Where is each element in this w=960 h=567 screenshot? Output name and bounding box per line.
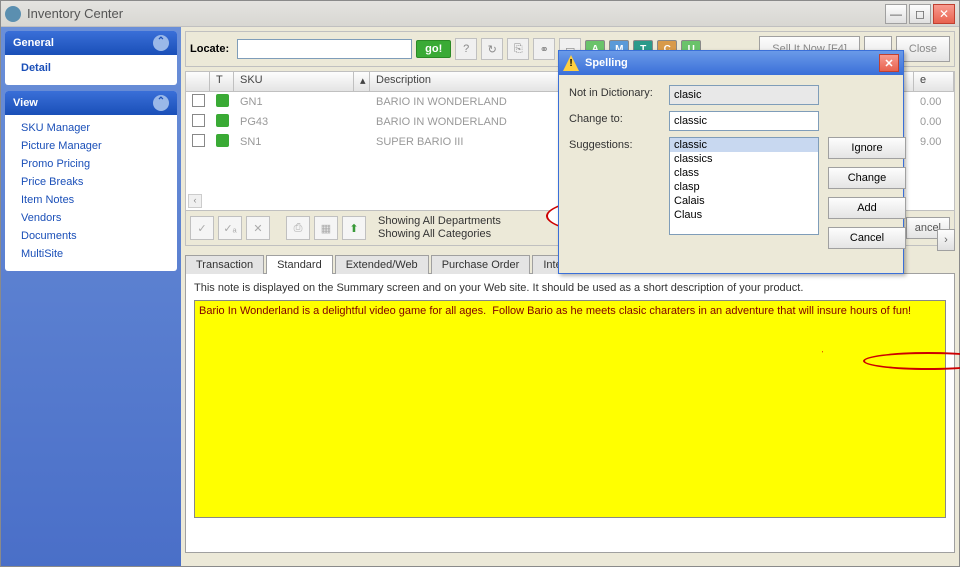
- dialog-close-button[interactable]: ✕: [879, 54, 899, 72]
- panel-header-general[interactable]: General ⌃: [5, 31, 177, 55]
- col-sort-icon[interactable]: ▴: [354, 72, 370, 91]
- sidebar-item-price-breaks[interactable]: Price Breaks: [5, 173, 177, 191]
- window-controls: — ◻ ✕: [885, 4, 955, 24]
- film-icon[interactable]: ▦: [314, 216, 338, 240]
- suggestions-list[interactable]: classic classics class clasp Calais Clau…: [669, 137, 819, 235]
- status-icon: [216, 114, 229, 127]
- people-icon[interactable]: ⚭: [533, 38, 555, 60]
- up-arrow-icon[interactable]: ⬆: [342, 216, 366, 240]
- add-button[interactable]: Add: [828, 197, 906, 219]
- scroll-left-icon[interactable]: ‹: [188, 194, 202, 208]
- shuffle-icon[interactable]: ✕: [246, 216, 270, 240]
- refresh-icon[interactable]: ↻: [481, 38, 503, 60]
- tab-transaction[interactable]: Transaction: [185, 255, 264, 274]
- checkbox[interactable]: [192, 94, 205, 107]
- checkbox[interactable]: [192, 114, 205, 127]
- sidebar-item-documents[interactable]: Documents: [5, 227, 177, 245]
- panel-view: View ⌃ SKU Manager Picture Manager Promo…: [5, 91, 177, 271]
- panel-title: General: [13, 37, 54, 49]
- list-item[interactable]: Claus: [670, 208, 818, 222]
- not-in-dict-label: Not in Dictionary:: [569, 85, 661, 99]
- list-item[interactable]: clasp: [670, 180, 818, 194]
- sidebar: General ⌃ Detail View ⌃ SKU Manager Pict…: [1, 27, 181, 566]
- locate-label: Locate:: [190, 43, 229, 55]
- list-item[interactable]: Calais: [670, 194, 818, 208]
- chevron-up-icon: ⌃: [153, 95, 169, 111]
- warning-icon: !: [563, 55, 579, 71]
- suggestions-label: Suggestions:: [569, 137, 661, 151]
- showing-text: Showing All Departments Showing All Cate…: [378, 215, 501, 241]
- scroll-right-button[interactable]: ›: [937, 229, 955, 251]
- print-icon[interactable]: ⎙: [286, 216, 310, 240]
- col-e[interactable]: e: [914, 72, 954, 91]
- chevron-up-icon: ⌃: [153, 35, 169, 51]
- change-to-field[interactable]: [669, 111, 819, 131]
- app-icon: [5, 6, 21, 22]
- change-button[interactable]: Change: [828, 167, 906, 189]
- locate-input[interactable]: [237, 39, 412, 59]
- showing-cat: Showing All Categories: [378, 228, 501, 241]
- tab-pane-standard: This note is displayed on the Summary sc…: [185, 273, 955, 553]
- cell-sku: SN1: [234, 136, 370, 148]
- ignore-button[interactable]: Ignore: [828, 137, 906, 159]
- window-title: Inventory Center: [27, 6, 885, 21]
- sidebar-item-item-notes[interactable]: Item Notes: [5, 191, 177, 209]
- tab-extended[interactable]: Extended/Web: [335, 255, 429, 274]
- sidebar-item-vendors[interactable]: Vendors: [5, 209, 177, 227]
- panel-title: View: [13, 97, 38, 109]
- cancel-button[interactable]: Cancel: [828, 227, 906, 249]
- change-to-label: Change to:: [569, 111, 661, 125]
- cell-sku: GN1: [234, 96, 370, 108]
- dialog-titlebar: ! Spelling ✕: [559, 51, 903, 75]
- checkbox[interactable]: [192, 134, 205, 147]
- sidebar-item-picture-manager[interactable]: Picture Manager: [5, 137, 177, 155]
- list-item[interactable]: classic: [670, 138, 818, 152]
- col-t[interactable]: T: [210, 72, 234, 91]
- cell-sku: PG43: [234, 116, 370, 128]
- status-icon: [216, 94, 229, 107]
- dialog-title: Spelling: [585, 57, 628, 69]
- tab-standard[interactable]: Standard: [266, 255, 333, 274]
- cell-price: 0.00: [914, 116, 954, 128]
- go-button[interactable]: go!: [416, 40, 451, 58]
- not-in-dict-field: [669, 85, 819, 105]
- panel-general: General ⌃ Detail: [5, 31, 177, 85]
- list-item[interactable]: classics: [670, 152, 818, 166]
- note-description: This note is displayed on the Summary sc…: [194, 282, 946, 294]
- sidebar-item-promo-pricing[interactable]: Promo Pricing: [5, 155, 177, 173]
- panel-header-view[interactable]: View ⌃: [5, 91, 177, 115]
- sidebar-item-multisite[interactable]: MultiSite: [5, 245, 177, 263]
- sidebar-item-sku-manager[interactable]: SKU Manager: [5, 119, 177, 137]
- sidebar-item-detail[interactable]: Detail: [5, 59, 177, 77]
- spelling-dialog: ! Spelling ✕ Not in Dictionary: Change t…: [558, 50, 904, 274]
- cell-price: 0.00: [914, 96, 954, 108]
- check-icon[interactable]: ✓: [190, 216, 214, 240]
- cell-price: 9.00: [914, 136, 954, 148]
- help-icon[interactable]: ?: [455, 38, 477, 60]
- list-item[interactable]: class: [670, 166, 818, 180]
- tab-purchase-order[interactable]: Purchase Order: [431, 255, 531, 274]
- col-check[interactable]: [186, 72, 210, 91]
- close-window-button[interactable]: ✕: [933, 4, 955, 24]
- tool-icon[interactable]: ⎘: [507, 38, 529, 60]
- col-sku[interactable]: SKU: [234, 72, 354, 91]
- titlebar: Inventory Center — ◻ ✕: [1, 1, 959, 27]
- status-icon: [216, 134, 229, 147]
- note-textarea[interactable]: [194, 300, 946, 518]
- maximize-button[interactable]: ◻: [909, 4, 931, 24]
- minimize-button[interactable]: —: [885, 4, 907, 24]
- sort-icon[interactable]: ✓ₐ: [218, 216, 242, 240]
- showing-dept: Showing All Departments: [378, 215, 501, 228]
